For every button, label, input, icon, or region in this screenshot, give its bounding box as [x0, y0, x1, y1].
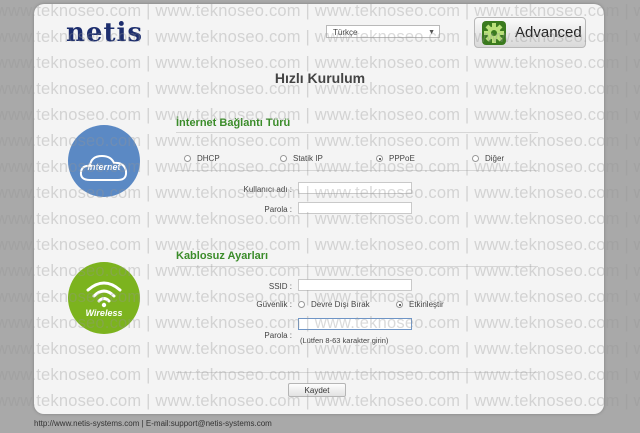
netis-logo: netis	[66, 18, 143, 48]
wireless-signal-icon	[86, 281, 122, 308]
language-select[interactable]: Türkçe ▼	[326, 25, 440, 38]
radio-static-ip-circle[interactable]	[280, 155, 287, 162]
radio-security-enable[interactable]: Etkinleştir	[396, 300, 444, 309]
radio-security-enable-label: Etkinleştir	[409, 300, 444, 309]
page-title: Hızlı Kurulum	[274, 70, 366, 86]
footer-site-link[interactable]: http://www.netis-systems.com	[34, 419, 139, 428]
internet-circle: Internet	[68, 125, 140, 197]
wireless-password-input[interactable]	[298, 318, 412, 330]
gear-icon	[482, 20, 506, 45]
radio-security-disable-label: Devre Dışı Bırak	[311, 300, 370, 309]
footer-email-link[interactable]: E-mail:support@netis-systems.com	[146, 419, 272, 428]
footer-separator: |	[141, 419, 144, 428]
footer: http://www.netis-systems.com | E-mail:su…	[34, 419, 272, 428]
advanced-button[interactable]: Advanced	[474, 17, 586, 48]
radio-pppoe-circle[interactable]	[376, 155, 383, 162]
bottom-divider	[176, 372, 538, 373]
radio-static-ip[interactable]: Statik IP	[280, 154, 323, 163]
wireless-password-label: Parola :	[264, 331, 292, 340]
radio-security-disable-circle[interactable]	[298, 301, 305, 308]
wireless-circle: Wireless	[68, 262, 140, 334]
save-button[interactable]: Kaydet	[288, 383, 346, 397]
ssid-input[interactable]	[298, 279, 412, 291]
radio-pppoe-label: PPPoE	[389, 154, 415, 163]
radio-pppoe[interactable]: PPPoE	[376, 154, 415, 163]
chevron-down-icon: ▼	[428, 29, 435, 36]
wireless-section-title: Kablosuz Ayarları	[176, 250, 269, 262]
radio-dhcp-circle[interactable]	[184, 155, 191, 162]
radio-dhcp[interactable]: DHCP	[184, 154, 220, 163]
radio-dhcp-label: DHCP	[197, 154, 220, 163]
password-hint: (Lütfen 8-63 karakter girin)	[300, 336, 389, 345]
connection-divider	[176, 170, 538, 171]
wireless-divider	[176, 266, 538, 267]
username-input[interactable]	[298, 182, 412, 194]
internet-divider	[176, 132, 538, 133]
radio-other[interactable]: Diğer	[472, 154, 504, 163]
username-label: Kullanıcı adı :	[243, 185, 292, 194]
ssid-label: SSID :	[268, 282, 292, 291]
internet-section-title: İnternet Bağlantı Türü	[176, 117, 291, 129]
internet-icon-caption: Internet	[87, 162, 121, 172]
wireless-icon-caption: Wireless	[85, 308, 123, 318]
radio-security-enable-circle[interactable]	[396, 301, 403, 308]
radio-security-disable[interactable]: Devre Dışı Bırak	[298, 300, 370, 309]
radio-other-circle[interactable]	[472, 155, 479, 162]
radio-other-label: Diğer	[485, 154, 505, 163]
internet-password-label: Parola :	[264, 205, 292, 214]
language-select-value: Türkçe	[333, 28, 358, 37]
security-label: Güvenlik :	[256, 300, 292, 309]
advanced-button-label: Advanced	[515, 24, 582, 41]
internet-password-input[interactable]	[298, 202, 412, 214]
radio-static-ip-label: Statik IP	[293, 154, 323, 163]
